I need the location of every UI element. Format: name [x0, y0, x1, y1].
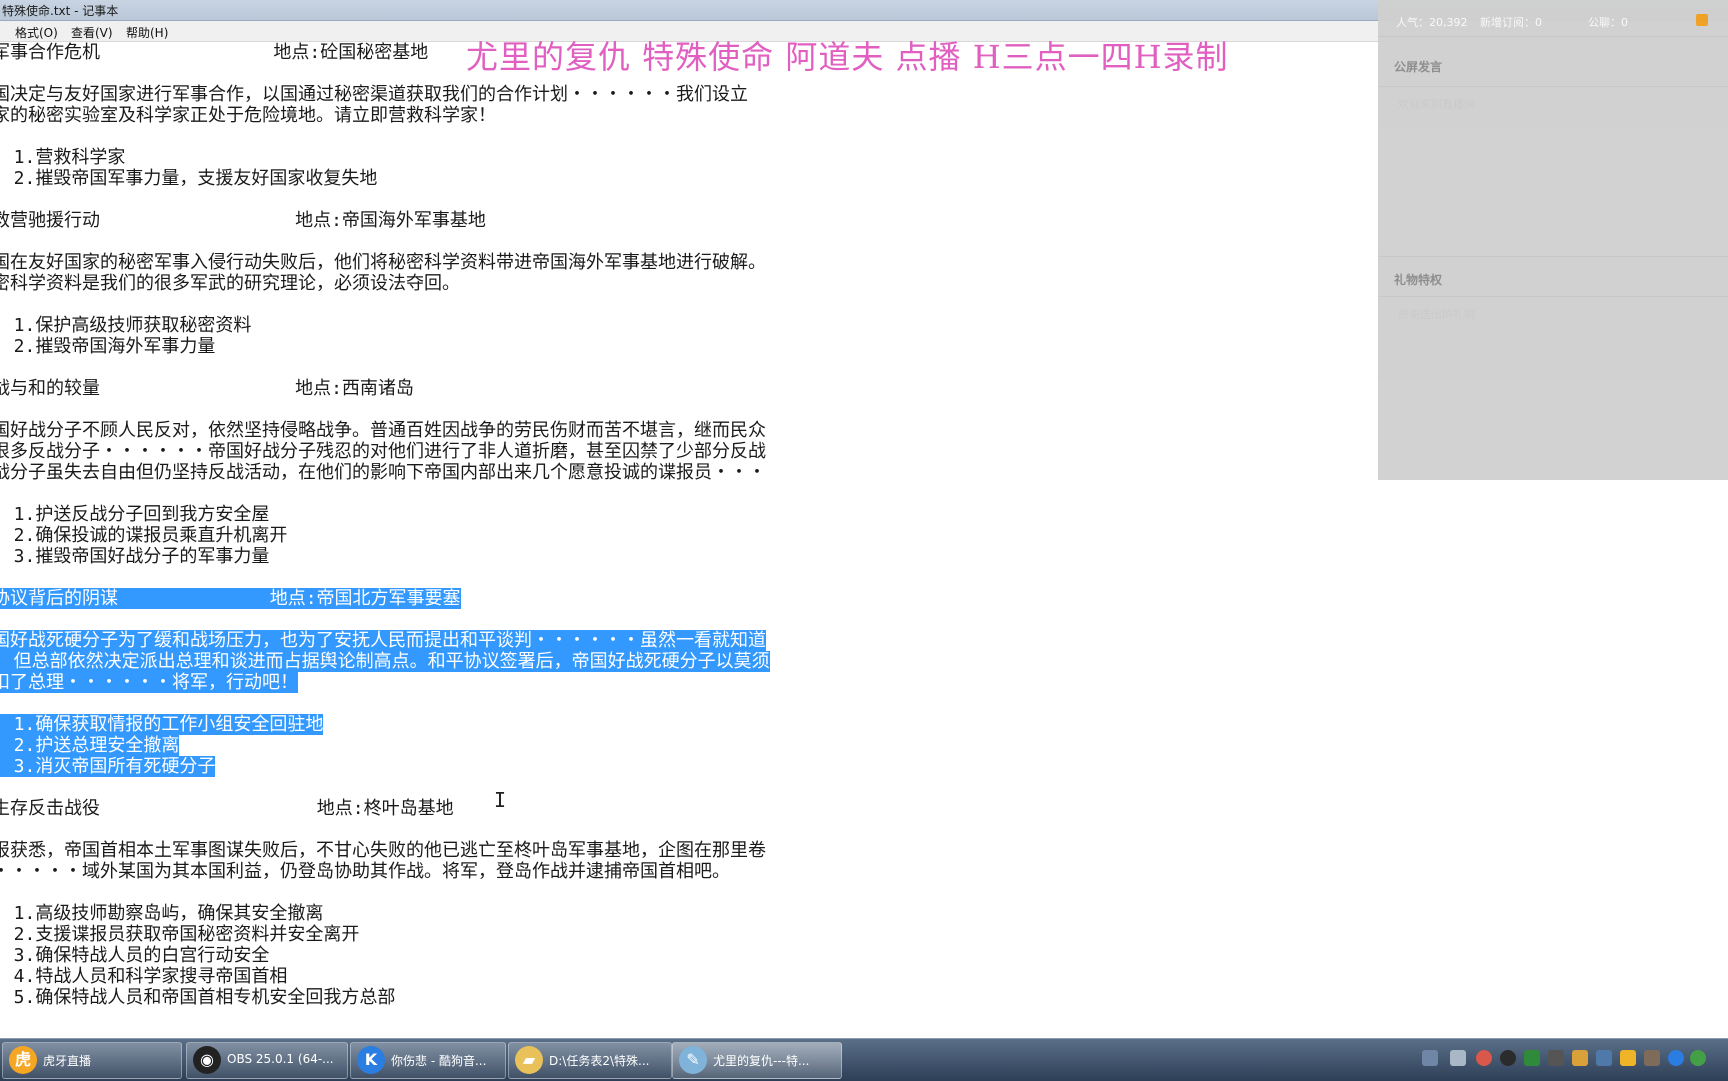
text-line: 扣了总理・・・・・・将军，行动吧！: [0, 672, 298, 693]
text-line: 国在友好国家的秘密军事入侵行动失败后，他们将秘密科学资料带进帝国海外军事基地进行…: [0, 252, 766, 273]
text-line: 生存反击战役 地点:柊叶岛基地: [0, 798, 454, 819]
stream-info-panel: 人气：20,392 新增订阅：0 公聊：0 公屏发言 欢迎来到直播间 礼物特权 …: [1378, 0, 1728, 480]
taskbar-button[interactable]: ◉ OBS 25.0.1 (64-...: [186, 1042, 348, 1079]
taskbar: 虎虎牙直播 ◉ OBS 25.0.1 (64-... K 你伤悲 - 酷狗音... ▰ D:…: [0, 1038, 1728, 1081]
new-subscriptions: 新增订阅：0: [1480, 16, 1542, 29]
tray-keyboard-icon[interactable]: [1422, 1050, 1438, 1066]
taskbar-label: OBS 25.0.1 (64-...: [227, 1052, 334, 1066]
text-line: 3.消灭帝国所有死硬分子: [0, 756, 216, 777]
taskbar-button[interactable]: ▰ D:\任务表2\特殊...: [508, 1042, 672, 1079]
tray-app-icon[interactable]: [1644, 1050, 1660, 1066]
taskbar-button[interactable]: 虎虎牙直播: [2, 1042, 182, 1079]
text-line: 1.确保获取情报的工作小组安全回驻地: [0, 714, 324, 735]
taskbar-label: 虎牙直播: [43, 1054, 92, 1068]
gift-placeholder: 感谢送出的礼物: [1398, 308, 1475, 321]
text-line: 密科学资料是我们的很多军武的研究理论，必须设法夺回。: [0, 273, 460, 294]
kugou-app-icon: K: [357, 1046, 385, 1074]
tray-volume-icon[interactable]: [1572, 1050, 1588, 1066]
tray-obs2-icon[interactable]: [1500, 1050, 1516, 1066]
text-line: 战分子虽失去自由但仍坚持反战活动，在他们的影响下帝国内部出来几个愿意投诚的谍报员…: [0, 462, 766, 483]
text-cursor-icon: I: [494, 788, 507, 812]
text-line: 2.确保投诚的谍报员乘直升机离开: [0, 525, 288, 546]
tray-kugou-icon[interactable]: [1668, 1050, 1684, 1066]
tray-obs-icon[interactable]: [1476, 1050, 1492, 1066]
text-line: 1.护送反战分子回到我方安全屋: [0, 504, 270, 525]
text-line: 报获悉，帝国首相本土军事图谋失败后，不甘心失败的他已逃亡至柊叶岛军事基地，企图在…: [0, 840, 766, 861]
text-line: 国决定与友好国家进行军事合作，以国通过秘密渠道获取我们的合作计划・・・・・・我们…: [0, 84, 748, 105]
text-line: 2.护送总理安全撤离: [0, 735, 180, 756]
tray-add-icon[interactable]: [1690, 1050, 1706, 1066]
text-line: 协议背后的阴谋 地点:帝国北方军事要塞: [0, 588, 461, 609]
text-line: 但总部依然决定派出总理和谈进而占据舆论制高点。和平协议签署后，帝国好战死硬分子以…: [0, 651, 770, 672]
divider: [1378, 296, 1728, 297]
text-line: 2.摧毁帝国军事力量，支援友好国家收复失地: [0, 168, 378, 189]
text-line: 1.高级技师勘察岛屿，确保其安全撤离: [0, 903, 324, 924]
public-chat-count: 公聊：0: [1588, 16, 1628, 29]
menu-view[interactable]: 查看(V): [71, 24, 113, 41]
stream-overlay-title: 尤里的复仇 特殊使命 阿道夫 点播 H三点一四H录制: [466, 38, 1229, 76]
taskbar-button[interactable]: K 你伤悲 - 酷狗音...: [350, 1042, 506, 1079]
divider: [1378, 86, 1728, 87]
taskbar-label: 你伤悲 - 酷狗音...: [391, 1054, 487, 1068]
menu-edit-fragment[interactable]: ): [0, 24, 1, 38]
text-line: 救营驰援行动 地点:帝国海外军事基地: [0, 210, 486, 231]
taskbar-label: 尤里的复仇---特...: [713, 1054, 810, 1068]
notepad-icon: ✎: [679, 1046, 707, 1074]
tray-nvidia-icon[interactable]: [1524, 1050, 1540, 1066]
gift-icon[interactable]: [1696, 14, 1708, 26]
huya-app-icon: 虎: [9, 1046, 37, 1074]
menu-format[interactable]: 格式(O): [15, 24, 58, 41]
menu-help[interactable]: 帮助(H): [126, 24, 168, 41]
text-line: 5.确保特战人员和帝国首相专机安全回我方总部: [0, 987, 396, 1008]
tray-network-icon[interactable]: [1548, 1050, 1564, 1066]
text-line: 国好战分子不顾人民反对，依然坚持侵略战争。普通百姓因战争的劳民伤财而苦不堪言，继…: [0, 420, 766, 441]
text-line: 1.营救科学家: [0, 147, 126, 168]
viewer-count: 人气：20,392: [1396, 16, 1468, 29]
gift-privilege-heading: 礼物特权: [1394, 273, 1443, 287]
text-line: 3.摧毁帝国好战分子的军事力量: [0, 546, 270, 567]
tray-user-icon[interactable]: [1596, 1050, 1612, 1066]
obs-app-icon: ◉: [193, 1046, 221, 1074]
divider: [1378, 256, 1728, 257]
text-line: 家的秘密实验室及科学家正处于危险境地。请立即营救科学家！: [0, 105, 496, 126]
taskbar-button[interactable]: ✎ 尤里的复仇---特...: [672, 1042, 842, 1079]
public-chat-placeholder: 欢迎来到直播间: [1398, 98, 1475, 111]
text-line: 很多反战分子・・・・・・帝国好战分子残忍的对他们进行了非人道折磨，甚至囚禁了少部…: [0, 441, 766, 462]
window-title: 特殊使命.txt - 记事本: [2, 4, 119, 18]
system-tray: [1420, 1047, 1728, 1073]
text-line: 军事合作危机 地点:砼国秘密基地: [0, 42, 429, 63]
text-line: 1.保护高级技师获取秘密资料: [0, 315, 252, 336]
tray-huya-icon[interactable]: [1620, 1050, 1636, 1066]
tray-input-icon[interactable]: [1450, 1050, 1466, 1066]
taskbar-label: D:\任务表2\特殊...: [549, 1054, 650, 1068]
text-line: 国好战死硬分子为了缓和战场压力，也为了安抚人民而提出和平谈判・・・・・・虽然一看…: [0, 630, 766, 651]
folder-icon: ▰: [515, 1046, 543, 1074]
text-line: ・・・・・域外某国为其本国利益，仍登岛协助其作战。将军，登岛作战并逮捕帝国首相吧…: [0, 861, 730, 882]
text-line: 3.确保特战人员的白宫行动安全: [0, 945, 270, 966]
public-chat-heading: 公屏发言: [1394, 60, 1443, 74]
text-line: 战与和的较量 地点:西南诸岛: [0, 378, 414, 399]
text-line: 2.摧毁帝国海外军事力量: [0, 336, 216, 357]
text-line: 4.特战人员和科学家搜寻帝国首相: [0, 966, 288, 987]
divider: [1378, 36, 1728, 37]
text-line: 2.支援谍报员获取帝国秘密资料并安全离开: [0, 924, 360, 945]
